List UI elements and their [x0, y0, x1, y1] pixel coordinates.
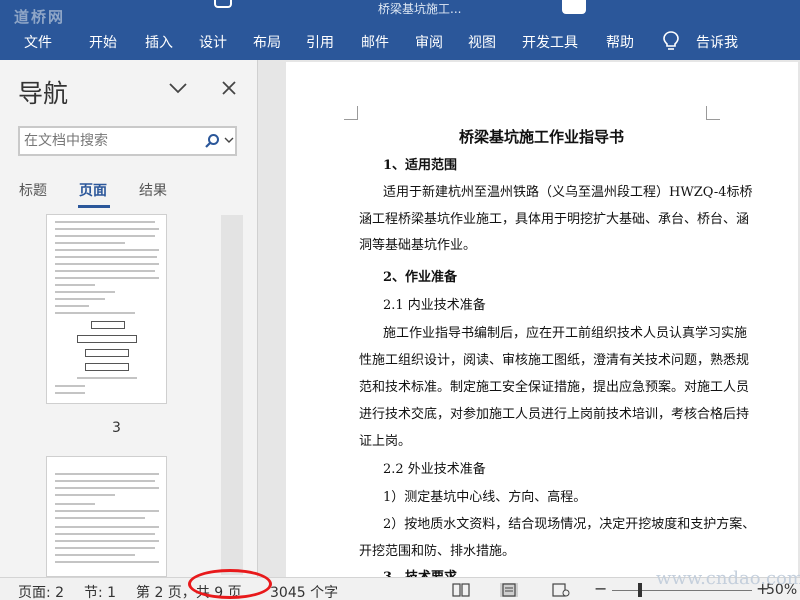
paragraph-line: 证上岗。: [359, 434, 412, 449]
document-page[interactable]: 桥梁基坑施工作业指导书 1、适用范围 适用于新建杭州至温州铁路（义乌至温州段工程…: [286, 62, 798, 585]
title-bar: 道桥网 桥梁基坑施工...: [0, 0, 800, 26]
paragraph-line: 适用于新建杭州至温州铁路（义乌至温州段工程）HWZQ-4标桥: [383, 185, 753, 200]
status-page[interactable]: 页面: 2: [18, 582, 64, 600]
thumbnail-scrollbar[interactable]: [221, 215, 243, 575]
tab-design[interactable]: 设计: [199, 32, 227, 52]
page-thumbnail[interactable]: [46, 214, 167, 404]
status-section[interactable]: 节: 1: [84, 582, 116, 600]
status-word-count[interactable]: 3045 个字: [270, 582, 338, 600]
paragraph-line: 2）按地质水文资料，结合现场情况，决定开挖坡度和支护方案、: [383, 517, 756, 532]
subsection-heading: 2.1 内业技术准备: [383, 298, 486, 313]
paragraph-line: 开挖范围和防、排水措施。: [359, 544, 516, 559]
close-icon[interactable]: [220, 79, 238, 97]
watermark-logo: 道桥网: [14, 8, 66, 26]
paragraph-line: 范和技术标准。制定施工安全保证措施，提出应急预案。对施工人员: [359, 380, 750, 395]
document-heading: 桥梁基坑施工作业指导书: [459, 128, 625, 146]
page-thumbnails: 3: [0, 210, 243, 577]
read-mode-icon[interactable]: [452, 583, 470, 597]
tab-file[interactable]: 文件: [24, 32, 52, 52]
page-thumbnail[interactable]: [46, 456, 167, 577]
tell-me-search[interactable]: 告诉我: [696, 32, 738, 52]
tab-developer[interactable]: 开发工具: [522, 32, 578, 52]
zoom-slider[interactable]: [612, 590, 752, 591]
zoom-out-button[interactable]: −: [594, 579, 607, 598]
tab-layout[interactable]: 布局: [253, 32, 281, 52]
paragraph-line: 涵工程桥梁基坑作业施工，具体用于明挖扩大基础、承台、桥台、涵: [359, 212, 750, 227]
paragraph-line: 性施工组织设计，阅读、审核施工图纸，澄清有关技术问题，熟悉规: [359, 353, 750, 368]
tab-review[interactable]: 审阅: [415, 32, 443, 52]
paragraph-line: 洞等基础基坑作业。: [359, 238, 477, 253]
word-window: 道桥网 桥梁基坑施工... 文件 开始 插入 设计 布局 引用 邮件 审阅 视图…: [0, 0, 800, 600]
navigation-pane: 导航 标题 页面 结果: [0, 60, 258, 577]
active-tab-indicator: [78, 205, 110, 208]
chevron-down-icon[interactable]: [224, 136, 234, 144]
tab-references[interactable]: 引用: [306, 32, 334, 52]
account-avatar[interactable]: [562, 0, 586, 14]
document-title: 桥梁基坑施工...: [378, 2, 462, 16]
tab-view[interactable]: 视图: [468, 32, 496, 52]
search-icon[interactable]: [204, 133, 220, 149]
chevron-down-icon[interactable]: [168, 80, 188, 96]
tab-home[interactable]: 开始: [89, 32, 117, 52]
tab-help[interactable]: 帮助: [606, 32, 634, 52]
paragraph-line: 施工作业指导书编制后，应在开工前组织技术人员认真学习实施: [383, 326, 748, 341]
tab-headings[interactable]: 标题: [19, 180, 47, 200]
tab-results[interactable]: 结果: [139, 180, 167, 200]
section-heading: 1、适用范围: [383, 158, 458, 173]
tab-insert[interactable]: 插入: [145, 32, 173, 52]
zoom-slider-handle[interactable]: [638, 583, 642, 597]
ribbon-bar: 道桥网 桥梁基坑施工... 文件 开始 插入 设计 布局 引用 邮件 审阅 视图…: [0, 0, 800, 60]
print-layout-icon[interactable]: [500, 583, 518, 597]
tab-pages[interactable]: 页面: [79, 180, 107, 200]
paragraph-line: 进行技术交底，对参加施工人员进行上岗前技术培训，考核合格后持: [359, 407, 750, 422]
subsection-heading: 2.2 外业技术准备: [383, 462, 486, 477]
highlight-circle: [188, 569, 272, 599]
section-heading: 2、作业准备: [383, 270, 458, 285]
crop-mark: [706, 106, 720, 120]
document-area: 桥梁基坑施工作业指导书 1、适用范围 适用于新建杭州至温州铁路（义乌至温州段工程…: [258, 60, 800, 585]
crop-mark: [344, 106, 358, 120]
watermark-site: www.cndao.com: [656, 568, 800, 589]
nav-search-box[interactable]: [18, 126, 237, 156]
lightbulb-icon[interactable]: [662, 30, 680, 52]
tab-mailings[interactable]: 邮件: [361, 32, 389, 52]
search-input[interactable]: [24, 131, 194, 151]
web-layout-icon[interactable]: [552, 583, 570, 597]
ribbon-tabs: 文件 开始 插入 设计 布局 引用 邮件 审阅 视图 开发工具 帮助 告诉我: [0, 28, 800, 56]
paragraph-line: 1）测定基坑中心线、方向、高程。: [383, 490, 587, 505]
thumbnail-page-number: 3: [112, 420, 121, 436]
nav-pane-title: 导航: [18, 79, 69, 108]
search-icon[interactable]: [214, 0, 232, 8]
